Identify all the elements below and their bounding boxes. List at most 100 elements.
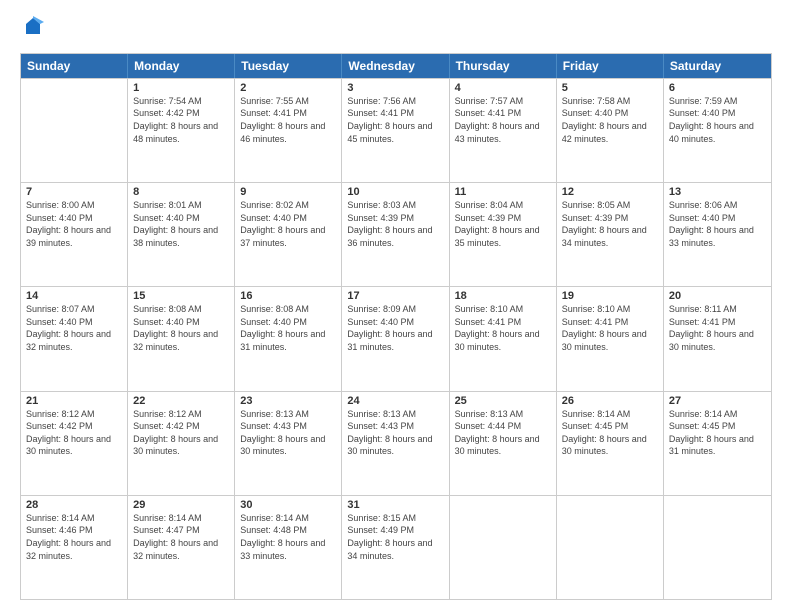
- day-number: 7: [26, 186, 122, 198]
- day-number: 11: [455, 186, 551, 198]
- weekday-header-thursday: Thursday: [450, 54, 557, 78]
- day-info: Sunrise: 7:58 AM Sunset: 4:40 PM Dayligh…: [562, 95, 658, 145]
- weekday-header-sunday: Sunday: [21, 54, 128, 78]
- day-number: 20: [669, 290, 766, 302]
- day-info: Sunrise: 8:08 AM Sunset: 4:40 PM Dayligh…: [133, 303, 229, 353]
- day-cell-27: 27 Sunrise: 8:14 AM Sunset: 4:45 PM Dayl…: [664, 392, 771, 495]
- day-cell-28: 28 Sunrise: 8:14 AM Sunset: 4:46 PM Dayl…: [21, 496, 128, 599]
- day-number: 30: [240, 499, 336, 511]
- day-info: Sunrise: 8:15 AM Sunset: 4:49 PM Dayligh…: [347, 512, 443, 562]
- day-info: Sunrise: 8:06 AM Sunset: 4:40 PM Dayligh…: [669, 199, 766, 249]
- day-info: Sunrise: 8:03 AM Sunset: 4:39 PM Dayligh…: [347, 199, 443, 249]
- day-number: 1: [133, 82, 229, 94]
- day-cell-9: 9 Sunrise: 8:02 AM Sunset: 4:40 PM Dayli…: [235, 183, 342, 286]
- day-cell-12: 12 Sunrise: 8:05 AM Sunset: 4:39 PM Dayl…: [557, 183, 664, 286]
- day-number: 17: [347, 290, 443, 302]
- empty-cell-r4c4: [450, 496, 557, 599]
- day-cell-22: 22 Sunrise: 8:12 AM Sunset: 4:42 PM Dayl…: [128, 392, 235, 495]
- empty-cell-r4c5: [557, 496, 664, 599]
- day-cell-13: 13 Sunrise: 8:06 AM Sunset: 4:40 PM Dayl…: [664, 183, 771, 286]
- day-cell-17: 17 Sunrise: 8:09 AM Sunset: 4:40 PM Dayl…: [342, 287, 449, 390]
- calendar: SundayMondayTuesdayWednesdayThursdayFrid…: [20, 53, 772, 600]
- day-number: 24: [347, 395, 443, 407]
- day-number: 16: [240, 290, 336, 302]
- day-cell-31: 31 Sunrise: 8:15 AM Sunset: 4:49 PM Dayl…: [342, 496, 449, 599]
- day-number: 8: [133, 186, 229, 198]
- day-info: Sunrise: 7:56 AM Sunset: 4:41 PM Dayligh…: [347, 95, 443, 145]
- day-cell-11: 11 Sunrise: 8:04 AM Sunset: 4:39 PM Dayl…: [450, 183, 557, 286]
- day-info: Sunrise: 8:11 AM Sunset: 4:41 PM Dayligh…: [669, 303, 766, 353]
- weekday-header-tuesday: Tuesday: [235, 54, 342, 78]
- day-cell-15: 15 Sunrise: 8:08 AM Sunset: 4:40 PM Dayl…: [128, 287, 235, 390]
- day-info: Sunrise: 8:09 AM Sunset: 4:40 PM Dayligh…: [347, 303, 443, 353]
- day-info: Sunrise: 8:14 AM Sunset: 4:45 PM Dayligh…: [562, 408, 658, 458]
- day-info: Sunrise: 8:14 AM Sunset: 4:47 PM Dayligh…: [133, 512, 229, 562]
- day-cell-10: 10 Sunrise: 8:03 AM Sunset: 4:39 PM Dayl…: [342, 183, 449, 286]
- day-info: Sunrise: 8:13 AM Sunset: 4:44 PM Dayligh…: [455, 408, 551, 458]
- day-cell-14: 14 Sunrise: 8:07 AM Sunset: 4:40 PM Dayl…: [21, 287, 128, 390]
- day-cell-8: 8 Sunrise: 8:01 AM Sunset: 4:40 PM Dayli…: [128, 183, 235, 286]
- day-cell-24: 24 Sunrise: 8:13 AM Sunset: 4:43 PM Dayl…: [342, 392, 449, 495]
- day-number: 14: [26, 290, 122, 302]
- day-info: Sunrise: 8:07 AM Sunset: 4:40 PM Dayligh…: [26, 303, 122, 353]
- day-cell-6: 6 Sunrise: 7:59 AM Sunset: 4:40 PM Dayli…: [664, 79, 771, 182]
- day-info: Sunrise: 8:10 AM Sunset: 4:41 PM Dayligh…: [562, 303, 658, 353]
- page-header: [20, 16, 772, 43]
- day-number: 5: [562, 82, 658, 94]
- day-info: Sunrise: 8:00 AM Sunset: 4:40 PM Dayligh…: [26, 199, 122, 249]
- day-info: Sunrise: 8:12 AM Sunset: 4:42 PM Dayligh…: [26, 408, 122, 458]
- day-cell-5: 5 Sunrise: 7:58 AM Sunset: 4:40 PM Dayli…: [557, 79, 664, 182]
- day-cell-20: 20 Sunrise: 8:11 AM Sunset: 4:41 PM Dayl…: [664, 287, 771, 390]
- day-number: 31: [347, 499, 443, 511]
- day-number: 6: [669, 82, 766, 94]
- day-number: 4: [455, 82, 551, 94]
- day-info: Sunrise: 8:02 AM Sunset: 4:40 PM Dayligh…: [240, 199, 336, 249]
- day-info: Sunrise: 8:01 AM Sunset: 4:40 PM Dayligh…: [133, 199, 229, 249]
- day-info: Sunrise: 8:14 AM Sunset: 4:45 PM Dayligh…: [669, 408, 766, 458]
- day-number: 18: [455, 290, 551, 302]
- day-info: Sunrise: 8:08 AM Sunset: 4:40 PM Dayligh…: [240, 303, 336, 353]
- day-cell-2: 2 Sunrise: 7:55 AM Sunset: 4:41 PM Dayli…: [235, 79, 342, 182]
- calendar-row-2: 7 Sunrise: 8:00 AM Sunset: 4:40 PM Dayli…: [21, 182, 771, 286]
- day-number: 3: [347, 82, 443, 94]
- day-number: 13: [669, 186, 766, 198]
- weekday-header-wednesday: Wednesday: [342, 54, 449, 78]
- calendar-row-3: 14 Sunrise: 8:07 AM Sunset: 4:40 PM Dayl…: [21, 286, 771, 390]
- day-info: Sunrise: 8:13 AM Sunset: 4:43 PM Dayligh…: [347, 408, 443, 458]
- day-cell-7: 7 Sunrise: 8:00 AM Sunset: 4:40 PM Dayli…: [21, 183, 128, 286]
- day-number: 21: [26, 395, 122, 407]
- day-number: 26: [562, 395, 658, 407]
- day-number: 22: [133, 395, 229, 407]
- day-number: 12: [562, 186, 658, 198]
- day-number: 9: [240, 186, 336, 198]
- logo-icon: [22, 16, 44, 38]
- day-number: 25: [455, 395, 551, 407]
- day-number: 15: [133, 290, 229, 302]
- day-info: Sunrise: 8:05 AM Sunset: 4:39 PM Dayligh…: [562, 199, 658, 249]
- day-number: 23: [240, 395, 336, 407]
- day-info: Sunrise: 7:59 AM Sunset: 4:40 PM Dayligh…: [669, 95, 766, 145]
- day-cell-26: 26 Sunrise: 8:14 AM Sunset: 4:45 PM Dayl…: [557, 392, 664, 495]
- empty-cell-r0c0: [21, 79, 128, 182]
- day-info: Sunrise: 8:13 AM Sunset: 4:43 PM Dayligh…: [240, 408, 336, 458]
- day-info: Sunrise: 8:04 AM Sunset: 4:39 PM Dayligh…: [455, 199, 551, 249]
- day-number: 29: [133, 499, 229, 511]
- day-info: Sunrise: 8:14 AM Sunset: 4:46 PM Dayligh…: [26, 512, 122, 562]
- day-cell-30: 30 Sunrise: 8:14 AM Sunset: 4:48 PM Dayl…: [235, 496, 342, 599]
- calendar-row-1: 1 Sunrise: 7:54 AM Sunset: 4:42 PM Dayli…: [21, 78, 771, 182]
- day-number: 10: [347, 186, 443, 198]
- day-number: 2: [240, 82, 336, 94]
- day-number: 28: [26, 499, 122, 511]
- day-cell-29: 29 Sunrise: 8:14 AM Sunset: 4:47 PM Dayl…: [128, 496, 235, 599]
- empty-cell-r4c6: [664, 496, 771, 599]
- calendar-row-5: 28 Sunrise: 8:14 AM Sunset: 4:46 PM Dayl…: [21, 495, 771, 599]
- day-cell-23: 23 Sunrise: 8:13 AM Sunset: 4:43 PM Dayl…: [235, 392, 342, 495]
- day-cell-21: 21 Sunrise: 8:12 AM Sunset: 4:42 PM Dayl…: [21, 392, 128, 495]
- day-number: 27: [669, 395, 766, 407]
- day-cell-1: 1 Sunrise: 7:54 AM Sunset: 4:42 PM Dayli…: [128, 79, 235, 182]
- logo: [20, 16, 44, 43]
- day-info: Sunrise: 8:14 AM Sunset: 4:48 PM Dayligh…: [240, 512, 336, 562]
- day-info: Sunrise: 7:55 AM Sunset: 4:41 PM Dayligh…: [240, 95, 336, 145]
- calendar-body: 1 Sunrise: 7:54 AM Sunset: 4:42 PM Dayli…: [21, 78, 771, 599]
- day-info: Sunrise: 7:54 AM Sunset: 4:42 PM Dayligh…: [133, 95, 229, 145]
